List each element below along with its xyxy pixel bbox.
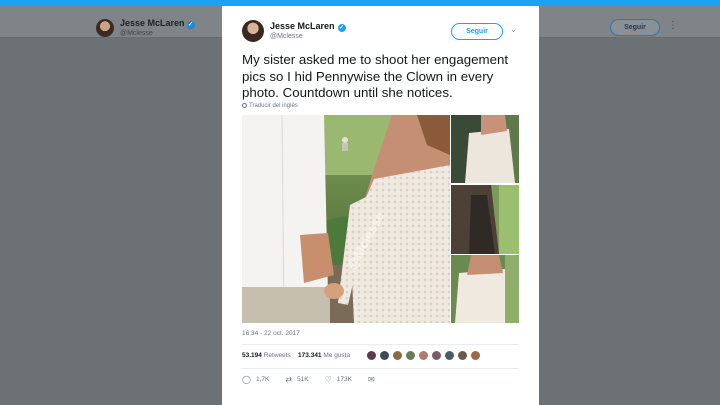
- retweet-button[interactable]: ⇄ 51K: [285, 375, 308, 384]
- liker-avatar[interactable]: [405, 350, 416, 361]
- heart-icon: ♡: [324, 375, 332, 384]
- engagement-photo: [451, 185, 519, 254]
- reply-button[interactable]: ◯ 1,7K: [242, 375, 269, 384]
- divider: [242, 344, 519, 345]
- verified-icon: ✓: [337, 24, 346, 32]
- follow-button[interactable]: Seguir: [451, 23, 503, 40]
- globe-icon: [242, 103, 247, 108]
- liker-avatar[interactable]: [379, 350, 390, 361]
- background-profile-handle: @Mclesse: [120, 30, 153, 37]
- engagement-photo: [451, 115, 519, 183]
- author-name[interactable]: Jesse McLaren ✓: [270, 21, 346, 32]
- more-options-icon[interactable]: ⋮: [668, 20, 678, 31]
- background-follow-button[interactable]: Seguir: [610, 19, 660, 36]
- liker-avatars: [366, 350, 481, 361]
- reply-count: 1,7K: [255, 376, 270, 383]
- verified-icon: ✓: [186, 21, 195, 29]
- tweet-photo-2[interactable]: [451, 115, 519, 183]
- liker-avatar[interactable]: [457, 350, 468, 361]
- chevron-down-icon[interactable]: ⌄: [510, 25, 517, 34]
- liker-avatar[interactable]: [392, 350, 403, 361]
- like-count: 173K: [336, 376, 352, 383]
- tweet-modal: Jesse McLaren ✓ @Mclesse Seguir ⌄ My sist…: [222, 6, 539, 405]
- engagement-photo: [451, 255, 519, 323]
- author-handle[interactable]: @Mclesse: [270, 33, 303, 40]
- reply-icon: ◯: [242, 375, 251, 384]
- background-avatar: [96, 19, 114, 37]
- retweets-stat[interactable]: 53.194 Retweets: [242, 352, 291, 359]
- direct-message-button[interactable]: ✉: [368, 375, 380, 384]
- tweet-photo-3[interactable]: [451, 185, 519, 254]
- translate-link[interactable]: Traducir del inglés: [242, 103, 298, 109]
- engagement-stats: 53.194 Retweets 173.341 Me gusta: [242, 352, 350, 359]
- engagement-photo: [242, 115, 450, 323]
- tweet-timestamp[interactable]: 16:34 - 22 oct. 2017: [242, 330, 300, 337]
- likes-stat[interactable]: 173.341 Me gusta: [298, 352, 350, 359]
- envelope-icon: ✉: [367, 375, 375, 384]
- background-profile-name: Jesse McLaren ✓: [120, 18, 195, 29]
- retweet-icon: ⇄: [285, 375, 293, 384]
- liker-avatar[interactable]: [418, 350, 429, 361]
- liker-avatar[interactable]: [431, 350, 442, 361]
- tweet-photo-main[interactable]: @Mclesse: [242, 115, 450, 323]
- tweet-actions: ◯ 1,7K ⇄ 51K ♡ 173K ✉: [242, 375, 396, 384]
- tweet-photo-4[interactable]: [451, 255, 519, 323]
- liker-avatar[interactable]: [366, 350, 377, 361]
- tweet-text: My sister asked me to shoot her engageme…: [242, 52, 509, 100]
- liker-avatar[interactable]: [444, 350, 455, 361]
- like-button[interactable]: ♡ 173K: [325, 375, 352, 384]
- retweet-count: 51K: [297, 376, 309, 383]
- avatar[interactable]: [242, 20, 264, 42]
- divider: [242, 368, 519, 369]
- liker-avatar[interactable]: [470, 350, 481, 361]
